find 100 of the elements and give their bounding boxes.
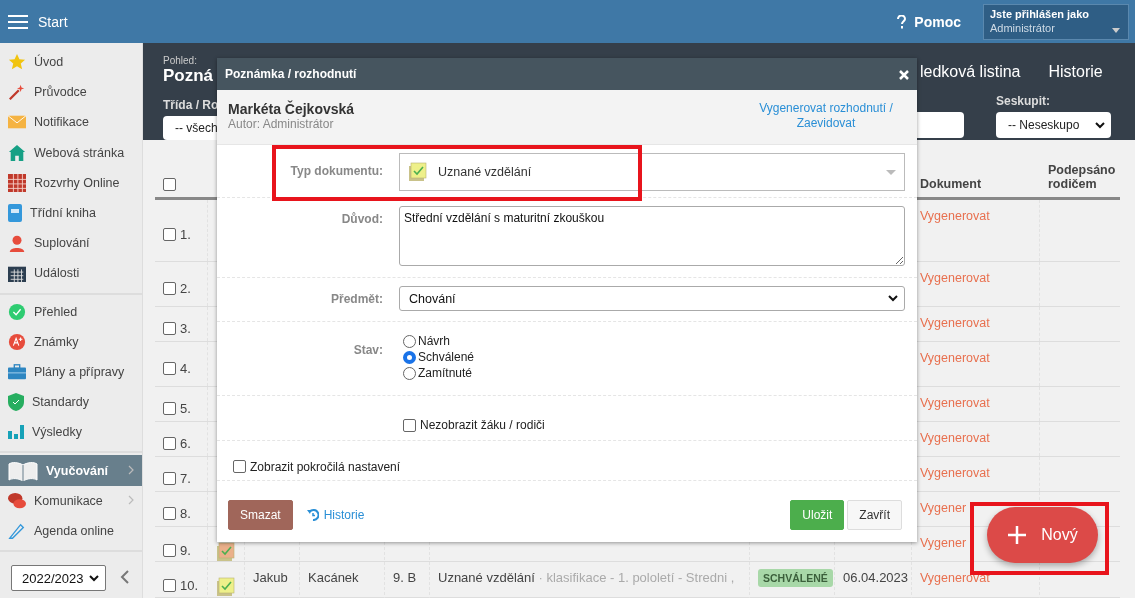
column-header: Dokument: [919, 177, 983, 193]
menu-icon[interactable]: [8, 13, 28, 30]
delete-button[interactable]: Smazat: [228, 500, 293, 530]
check-circle-icon: [8, 302, 26, 321]
record-date: 06.04.2023: [843, 570, 909, 585]
sidebar-item[interactable]: Vyučování: [0, 455, 142, 486]
close-dialog-button[interactable]: Zavřít: [847, 500, 902, 530]
row-checkbox[interactable]: [163, 401, 176, 415]
chevron-down-icon: [89, 574, 99, 582]
person-icon: [8, 234, 26, 253]
pen-icon: [8, 521, 26, 540]
help-link[interactable]: Pomoc: [897, 13, 961, 30]
chevron-down-icon: [888, 295, 898, 302]
sidebar-item[interactable]: Průvodce: [0, 77, 142, 108]
new-button[interactable]: Nový: [987, 507, 1098, 563]
sidebar-item[interactable]: Plány a přípravy: [0, 356, 142, 388]
row-number: 1.: [180, 227, 191, 242]
sidebar-item[interactable]: Notifikace: [0, 107, 142, 138]
year-select[interactable]: 2022/2023: [11, 565, 106, 591]
state-radio[interactable]: Návrh: [403, 334, 905, 348]
sidebar-item[interactable]: Přehled: [0, 296, 142, 327]
first-name: Jakub: [253, 570, 288, 585]
row-checkbox[interactable]: [163, 361, 176, 375]
sidebar-item[interactable]: Události: [0, 258, 142, 289]
row-number: 8.: [180, 505, 191, 521]
subject-select[interactable]: Chování: [399, 286, 905, 311]
help-icon: [897, 14, 907, 29]
app-title: Start: [38, 13, 69, 30]
chevron-left-icon[interactable]: [120, 570, 129, 584]
row-checkbox[interactable]: [163, 506, 176, 520]
row-number: 4.: [180, 360, 191, 376]
sidebar-item[interactable]: Úvod: [0, 47, 142, 78]
row-number: 7.: [180, 470, 191, 486]
row-checkbox[interactable]: [163, 321, 176, 335]
student-name: Markéta Čejkovská: [228, 101, 355, 117]
history-icon: [306, 509, 319, 521]
sidebar-item[interactable]: Standardy: [0, 387, 142, 418]
chat-icon: [8, 491, 26, 510]
view-title: Pozná: [163, 66, 214, 86]
group-label: Seskupit:: [996, 94, 1051, 108]
select-all-checkbox[interactable]: [163, 178, 176, 191]
hide-checkbox[interactable]: Nezobrazit žáku / rodiči: [399, 404, 905, 440]
caret-icon: [1112, 27, 1120, 33]
document-type-select[interactable]: Uznané vzdělání: [399, 153, 905, 191]
sidebar-item[interactable]: Rozvrhy Online: [0, 167, 142, 198]
view-tab[interactable]: Historie: [1048, 63, 1103, 81]
row-number: 6.: [180, 435, 191, 451]
shield-icon: [8, 393, 24, 412]
row-checkbox[interactable]: [163, 281, 176, 295]
plus-icon: [1007, 525, 1028, 545]
sidebar-item[interactable]: Agenda online: [0, 515, 142, 546]
sidebar-item[interactable]: Výsledky: [0, 417, 142, 448]
view-tab[interactable]: ledková listina: [920, 63, 1021, 81]
row-number: 5.: [180, 400, 191, 416]
history-link[interactable]: Historie: [306, 508, 365, 522]
wand-icon: [8, 83, 26, 102]
row-checkbox[interactable]: [163, 578, 176, 592]
field-label: Předmět:: [331, 291, 383, 308]
chevron-down-icon: [1095, 121, 1105, 129]
row-number: 3.: [180, 320, 191, 336]
caret-icon: [886, 170, 896, 175]
row-number: 2.: [180, 280, 191, 296]
briefcase-icon: [8, 363, 26, 380]
row-checkbox[interactable]: [163, 471, 176, 485]
open-book-icon: [8, 460, 38, 481]
record-detail: · klasifikace - 1. pololetí - Stredni ,: [538, 570, 735, 585]
row-number: 10.: [180, 577, 199, 593]
dialog-title: Poznámka / rozhodnutí: [225, 67, 357, 81]
document-icon: [408, 162, 428, 182]
envelope-icon: [8, 115, 26, 130]
user-menu[interactable]: Jste přihlášen jako Administrátor: [983, 3, 1129, 40]
state-radio[interactable]: Zamítnuté: [403, 366, 905, 380]
sidebar-item[interactable]: Známky: [0, 326, 142, 357]
row-checkbox[interactable]: [163, 543, 176, 557]
notebook-icon: [8, 204, 22, 223]
field-label: Typ dokumentu:: [290, 163, 383, 180]
close-icon: [899, 69, 909, 80]
status-badge: SCHVÁLENÉ: [758, 569, 833, 587]
star-icon: [8, 53, 26, 72]
sidebar-item[interactable]: Třídní kniha: [0, 197, 142, 229]
row-number: 9.: [180, 542, 191, 558]
column-header: Podepsáno rodičem: [1047, 163, 1117, 193]
house-icon: [8, 143, 26, 162]
row-checkbox[interactable]: [163, 228, 176, 241]
reason-field[interactable]: Střední vzdělání s maturitní zkouškou: [399, 206, 905, 266]
class-name: 9. B: [393, 570, 417, 585]
state-radio[interactable]: Schválené: [403, 350, 905, 364]
row-checkbox[interactable]: [163, 436, 176, 450]
record-title: Uznané vzdělání: [438, 570, 535, 585]
group-select[interactable]: -- Neseskupo: [996, 112, 1111, 138]
grade-icon: [8, 332, 26, 351]
grid-icon: [8, 173, 26, 192]
calendar-icon: [8, 264, 26, 283]
view-label: Pohled:: [163, 55, 197, 66]
field-label: Stav:: [353, 342, 383, 359]
field-label: Důvod:: [341, 211, 383, 228]
sidebar-item[interactable]: Komunikace: [0, 485, 142, 516]
sidebar-item[interactable]: Suplování: [0, 228, 142, 259]
advanced-checkbox[interactable]: Zobrazit pokročilá nastavení: [233, 449, 401, 480]
sidebar-item[interactable]: Webová stránka: [0, 137, 142, 168]
